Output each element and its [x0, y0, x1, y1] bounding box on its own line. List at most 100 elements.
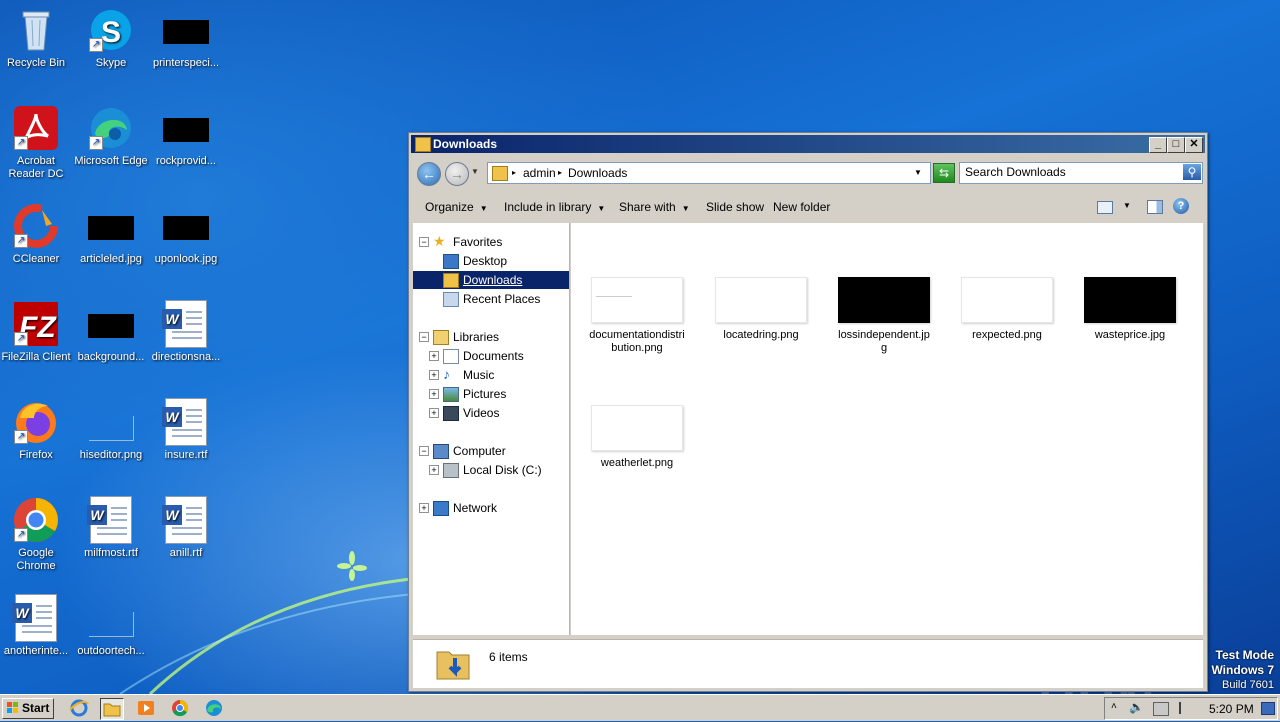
desktop-icon-background[interactable]: background... — [73, 300, 149, 364]
desktop-icon-acrobat-reader[interactable]: ↗ Acrobat Reader DC — [0, 104, 74, 181]
desktop-icon-outdoortech[interactable]: outdoortech... — [73, 594, 149, 658]
desktop-icon-printerspeci[interactable]: printerspeci... — [148, 6, 224, 70]
desktop-icon-label: Firefox — [19, 449, 53, 461]
address-dropdown-icon[interactable]: ▼ — [914, 168, 922, 177]
include-in-library-label: Include in library — [504, 200, 592, 214]
collapse-icon[interactable]: − — [419, 237, 429, 247]
file-item[interactable]: documentationdistribution.png — [583, 277, 691, 355]
file-item[interactable]: weatherlet.png — [583, 405, 691, 470]
internet-explorer-icon[interactable] — [68, 698, 90, 718]
desktop-icon-anill[interactable]: W anill.rtf — [148, 496, 224, 560]
search-input[interactable] — [960, 163, 1177, 181]
desktop-icon-milfmost[interactable]: W milfmost.rtf — [73, 496, 149, 560]
change-view-icon[interactable] — [1097, 201, 1113, 214]
maximize-button[interactable]: □ — [1167, 137, 1185, 153]
include-in-library-button[interactable]: Include in library ▼ — [504, 200, 605, 214]
star-icon: ★ — [433, 233, 446, 249]
chrome-taskbar-icon[interactable] — [169, 698, 191, 718]
nav-item-videos[interactable]: + Videos — [413, 404, 569, 422]
image-file-icon — [162, 6, 210, 54]
show-hidden-icons-icon[interactable]: ˄ — [1111, 701, 1117, 712]
organize-button[interactable]: Organize ▼ — [425, 200, 488, 214]
collapse-icon[interactable]: − — [419, 332, 429, 342]
close-button[interactable]: ✕ — [1185, 137, 1203, 153]
new-folder-button[interactable]: New folder — [773, 200, 830, 214]
file-name: locatedring.png — [723, 329, 799, 341]
desktop-icon-label: Microsoft Edge — [74, 155, 148, 167]
search-box[interactable]: ⚲ — [959, 162, 1203, 184]
expand-icon[interactable]: + — [419, 503, 429, 513]
nav-item-network[interactable]: + Network — [413, 499, 569, 517]
file-item[interactable]: wasteprice.jpg — [1076, 277, 1184, 342]
desktop-icon-microsoft-edge[interactable]: ↗ Microsoft Edge — [73, 104, 149, 168]
expand-icon[interactable]: + — [429, 351, 439, 361]
media-player-icon[interactable] — [135, 698, 157, 718]
nav-label: Documents — [463, 349, 524, 363]
item-count: 6 items — [489, 650, 528, 664]
volume-icon[interactable]: 🔈 — [1129, 700, 1144, 714]
expand-icon[interactable]: + — [429, 408, 439, 418]
desktop-icon-articleled[interactable]: articleled.jpg — [73, 202, 149, 266]
pictures-icon — [443, 387, 459, 402]
desktop-icon-firefox[interactable]: ↗ Firefox — [0, 398, 74, 462]
network-tray-icon[interactable] — [1153, 702, 1169, 716]
nav-item-documents[interactable]: + Documents — [413, 347, 569, 365]
action-center-flag-icon[interactable] — [1179, 702, 1193, 714]
nav-item-computer[interactable]: − Computer — [413, 442, 569, 460]
desktop-icon-recycle-bin[interactable]: Recycle Bin — [0, 6, 74, 70]
explorer-taskbar-icon[interactable] — [100, 698, 124, 720]
desktop-icon-label: Skype — [95, 57, 127, 69]
nav-item-recent-places[interactable]: Recent Places — [413, 290, 569, 308]
nav-item-desktop[interactable]: Desktop — [413, 252, 569, 270]
clock[interactable]: 5:20 PM — [1209, 702, 1254, 716]
breadcrumb-downloads[interactable]: Downloads — [568, 166, 627, 180]
back-button[interactable]: ← — [417, 162, 441, 186]
desktop-icon-insure[interactable]: W insure.rtf — [148, 398, 224, 462]
refresh-icon[interactable]: ⇆ — [933, 163, 955, 183]
recent-pages-chevron-icon[interactable]: ▼ — [471, 167, 479, 176]
desktop-icon-hiseditor[interactable]: hiseditor.png — [73, 398, 149, 462]
collapse-icon[interactable]: − — [419, 446, 429, 456]
expand-icon[interactable]: + — [429, 465, 439, 475]
image-thumbnail — [591, 277, 683, 323]
desktop-icon-ccleaner[interactable]: ↗ CCleaner — [0, 202, 74, 266]
file-item[interactable]: locatedring.png — [707, 277, 815, 342]
address-bar[interactable]: ▸ admin ▸ Downloads ▼ — [487, 162, 931, 184]
start-button[interactable]: Start — [2, 698, 54, 719]
share-with-button[interactable]: Share with ▼ — [619, 200, 690, 214]
show-desktop-icon[interactable] — [1261, 702, 1275, 715]
desktop-icon-google-chrome[interactable]: ↗ Google Chrome — [0, 496, 74, 573]
slide-show-button[interactable]: Slide show — [706, 200, 764, 214]
desktop-icon-rockprovid[interactable]: rockprovid... — [148, 104, 224, 168]
nav-item-local-disk[interactable]: + Local Disk (C:) — [413, 461, 569, 479]
edge-taskbar-icon[interactable] — [203, 698, 225, 718]
file-item[interactable]: rexpected.png — [953, 277, 1061, 342]
breadcrumb-arrow-icon[interactable]: ▸ — [558, 168, 562, 177]
breadcrumb-admin[interactable]: admin — [523, 166, 556, 180]
desktop-icon-filezilla[interactable]: FZ ↗ FileZilla Client — [0, 300, 74, 364]
desktop-icon-anotherinte[interactable]: W anotherinte... — [0, 594, 74, 658]
nav-item-downloads[interactable]: Downloads — [413, 271, 569, 289]
desktop-icon-directionsna[interactable]: W directionsna... — [148, 300, 224, 364]
view-options-dropdown-icon[interactable]: ▼ — [1123, 201, 1131, 210]
nav-item-libraries[interactable]: − Libraries — [413, 328, 569, 346]
nav-label: Computer — [453, 444, 506, 458]
expand-icon[interactable]: + — [429, 370, 439, 380]
preview-pane-icon[interactable] — [1147, 200, 1163, 214]
search-icon[interactable]: ⚲ — [1183, 164, 1201, 180]
desktop-icon-skype[interactable]: S ↗ Skype — [73, 6, 149, 70]
help-icon[interactable]: ? — [1173, 198, 1189, 214]
nav-item-favorites[interactable]: − ★ Favorites — [413, 233, 569, 251]
minimize-button[interactable]: _ — [1149, 137, 1167, 153]
explorer-window[interactable]: Downloads _ □ ✕ ← → ▼ ▸ admin ▸ Download… — [408, 132, 1208, 692]
file-item[interactable]: lossindependent.jpg — [830, 277, 938, 355]
test-mode-line: Test Mode — [1215, 648, 1274, 662]
title-bar[interactable]: Downloads _ □ ✕ — [411, 135, 1205, 153]
nav-item-music[interactable]: + ♪ Music — [413, 366, 569, 384]
forward-button[interactable]: → — [445, 162, 469, 186]
nav-item-pictures[interactable]: + Pictures — [413, 385, 569, 403]
breadcrumb-arrow-icon[interactable]: ▸ — [512, 168, 516, 177]
desktop-icon-uponlook[interactable]: uponlook.jpg — [148, 202, 224, 266]
recycle-bin-icon — [12, 6, 60, 54]
expand-icon[interactable]: + — [429, 389, 439, 399]
